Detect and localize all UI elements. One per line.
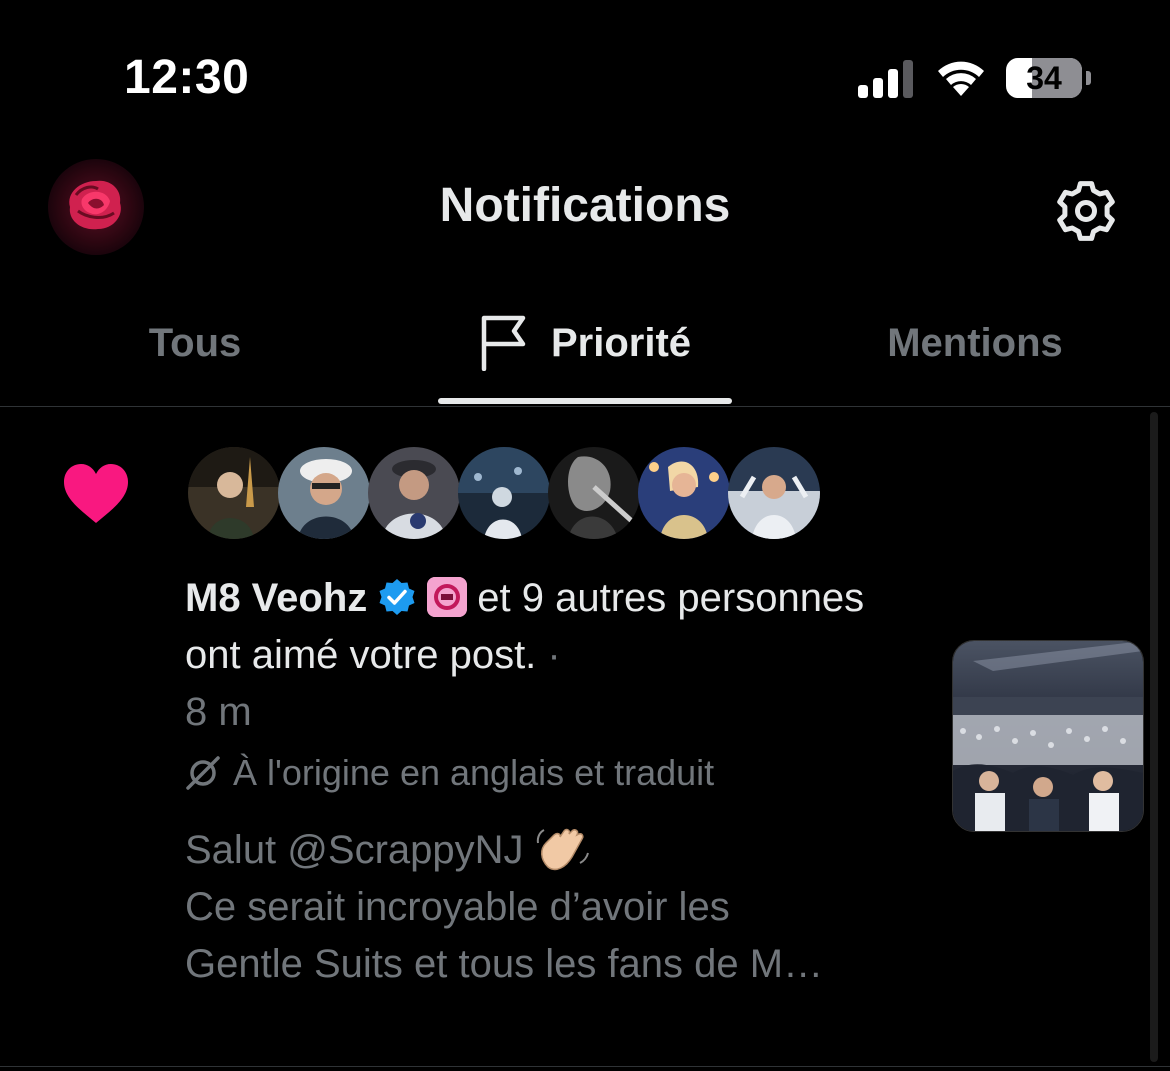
active-tab-indicator (438, 398, 732, 404)
post-thumbnail[interactable] (952, 640, 1144, 832)
status-time: 12:30 (124, 51, 250, 104)
tab-mentions-label: Mentions (887, 320, 1063, 365)
heart-icon (64, 464, 128, 523)
wifi-icon (938, 61, 984, 96)
translation-icon (186, 756, 220, 790)
liker-avatar-image (458, 447, 550, 539)
liker-avatar[interactable] (278, 447, 370, 539)
status-bar: 12:30 34 (0, 0, 1170, 150)
gear-icon[interactable] (1048, 173, 1124, 249)
flag-icon (481, 315, 526, 371)
liker-avatar[interactable] (368, 447, 460, 539)
battery-level: 34 (1026, 60, 1062, 96)
tab-all-label: Tous (148, 320, 242, 365)
post-preview-body: Ce serait incroyable d’avoir les Gentle … (185, 885, 824, 986)
post-preview: Salut @ScrappyNJ Ce serait incroyable d’… (185, 822, 925, 993)
liker-avatar[interactable] (548, 447, 640, 539)
liker-avatar-image (188, 447, 280, 539)
tab-all[interactable]: Tous (0, 280, 390, 406)
verified-badge-icon (379, 579, 415, 615)
item-divider (0, 1066, 1170, 1067)
waving-hand-icon (536, 828, 589, 871)
scrollbar[interactable] (1150, 412, 1158, 1062)
liker-avatar[interactable] (728, 447, 820, 539)
translation-note: À l'origine en anglais et traduit (185, 752, 714, 794)
battery-cap (1086, 71, 1091, 85)
battery-indicator: 34 (1006, 58, 1092, 100)
post-preview-line1: Salut @ScrappyNJ (185, 828, 524, 872)
cellular-signal-icon (858, 60, 913, 98)
liker-avatar-image (278, 447, 370, 539)
notification-item[interactable]: M8 Veohz et 9 autres personnes ont aimé v… (0, 407, 1170, 1071)
tab-priority[interactable]: Priorité (390, 280, 780, 406)
header: Notifications (0, 150, 1170, 270)
liker-avatar-image (728, 447, 820, 539)
liker-avatar[interactable] (188, 447, 280, 539)
post-thumbnail-image (953, 641, 1143, 831)
liker-avatar-image (548, 447, 640, 539)
liker-avatar-image (368, 447, 460, 539)
affiliate-badge-icon (427, 577, 468, 617)
translation-note-text: À l'origine en anglais et traduit (233, 752, 715, 793)
tab-mentions[interactable]: Mentions (780, 280, 1170, 406)
tab-priority-label: Priorité (550, 320, 692, 365)
notification-time: 8 m (185, 690, 252, 734)
liker-avatar[interactable] (638, 447, 730, 539)
notification-text: M8 Veohz et 9 autres personnes ont aimé v… (185, 570, 925, 741)
separator-dot: · (536, 633, 561, 677)
user-name[interactable]: M8 Veohz (185, 576, 367, 620)
page-title: Notifications (439, 179, 731, 232)
liker-avatar[interactable] (458, 447, 550, 539)
tab-bar: Tous Priorité Mentions (0, 280, 1170, 407)
battery-body: 34 (1006, 58, 1082, 98)
liker-avatar-image (638, 447, 730, 539)
